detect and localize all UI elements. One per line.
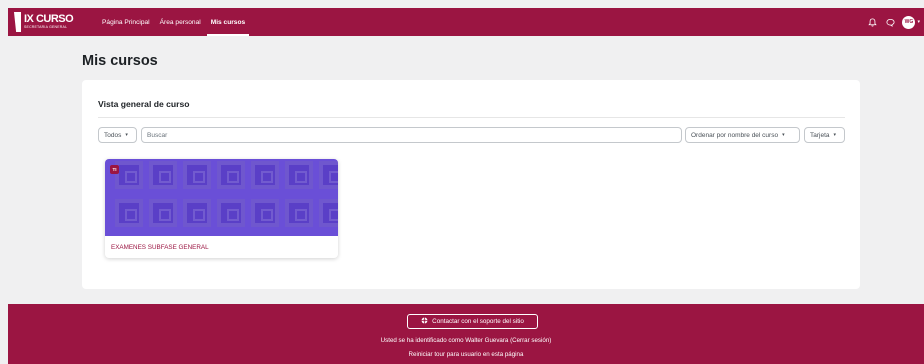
contact-support-button[interactable]: Contactar con el soporte del sitio [407,314,538,329]
page-title: Mis cursos [82,53,158,69]
chevron-down-icon: ▾ [833,132,837,138]
user-avatar[interactable]: WG [902,15,916,29]
logo-mark-icon [14,12,21,32]
logged-in-info[interactable]: Usted se ha identificado como Walter Gue… [8,337,924,344]
reset-tour-link[interactable]: Reiniciar tour para usuario en esta pági… [8,351,924,358]
view-dropdown-label: Tarjeta [810,131,830,139]
lifebuoy-icon [421,317,428,326]
course-badge: TI [110,165,119,174]
course-name-link[interactable]: EXAMENES SUBFASE GENERAL [111,244,209,251]
primary-navigation: Página Principal Área personal Mis curso… [97,8,250,36]
nav-link-my-courses[interactable]: Mis cursos [206,8,250,36]
logo-subtitle: SECRETARIA GENERAL [24,25,68,30]
nav-link-dashboard[interactable]: Área personal [155,8,206,36]
course-image[interactable]: TI [105,159,338,236]
view-dropdown[interactable]: Tarjeta ▾ [804,127,845,143]
search-input[interactable]: Buscar [141,127,682,143]
course-overview-title: Vista general de curso [98,99,190,109]
filter-dropdown-label: Todos [104,131,122,139]
nav-link-home[interactable]: Página Principal [97,8,155,36]
site-logo[interactable]: IX CURSO SECRETARIA GENERAL [14,11,74,33]
chevron-down-icon[interactable]: ▾ [917,19,920,25]
bell-icon[interactable] [866,16,878,28]
chat-bubble-icon[interactable] [884,16,896,28]
chevron-down-icon: ▾ [782,132,785,138]
page-footer: Contactar con el soporte del sitio Usted… [8,304,924,364]
course-overview-card: Vista general de curso Todos ▾ Buscar Or… [82,80,860,289]
search-placeholder: Buscar [147,131,168,139]
course-card[interactable]: TI EXAMENES SUBFASE GENERAL [105,159,338,258]
contact-support-label: Contactar con el soporte del sitio [432,318,524,325]
sort-dropdown[interactable]: Ordenar por nombre del curso ▾ [685,127,800,143]
divider [98,117,845,118]
sort-dropdown-label: Ordenar por nombre del curso [691,131,779,139]
filter-dropdown[interactable]: Todos ▾ [98,127,137,143]
logo-title: IX CURSO [24,13,74,26]
chevron-down-icon: ▾ [125,132,128,138]
top-navbar: IX CURSO SECRETARIA GENERAL Página Princ… [8,8,924,36]
